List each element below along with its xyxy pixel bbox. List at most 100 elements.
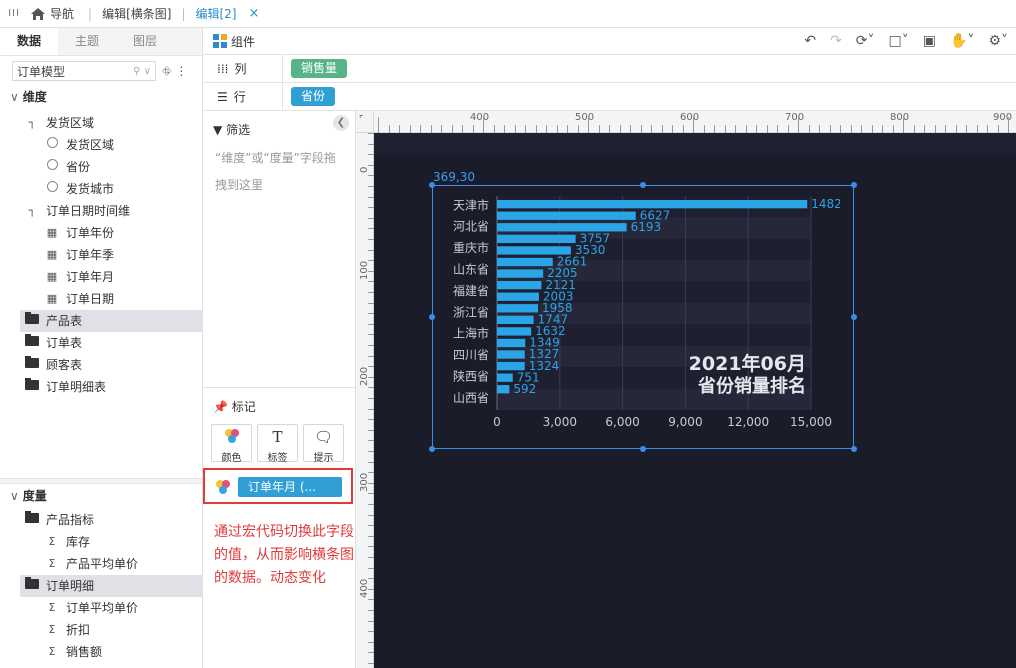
home-icon [31, 7, 45, 20]
tree-item[interactable]: ▦ 订单年份 [20, 222, 202, 244]
order-month-field-pill[interactable]: 订单年月 (... [238, 477, 342, 497]
ruler-tick [368, 334, 374, 336]
label-mark-button[interactable]: T 标签 [257, 424, 298, 464]
resize-handle[interactable] [851, 182, 857, 188]
components-label: 组件 [231, 34, 256, 49]
tooltip-mark-button[interactable]: 🗨 提示 [303, 424, 344, 464]
close-tab-icon[interactable]: × [248, 6, 259, 21]
measures-header[interactable]: ∨ 度量 [10, 487, 47, 504]
menu-grip-icon[interactable]: III [0, 8, 28, 19]
ruler-corner[interactable]: ⌜ [356, 111, 374, 133]
columns-field-pill[interactable]: 销售量 [291, 59, 348, 78]
y-tick-label: 四川省 [453, 348, 489, 362]
tree-item[interactable]: ▦ 订单日期 [20, 288, 202, 310]
ruler-tick [368, 546, 374, 548]
tab-edit-2[interactable]: 编辑[2] [191, 5, 240, 22]
tree-item[interactable]: 订单明细表 [20, 376, 202, 398]
tree-item-label: 销售额 [66, 645, 103, 659]
resize-handle[interactable] [851, 314, 857, 320]
y-tick-label: 浙江省 [453, 305, 489, 319]
tab-edit-bar-chart[interactable]: 编辑[横条图] [98, 5, 175, 22]
resize-handle[interactable] [640, 182, 646, 188]
bar [497, 385, 510, 394]
ruler-tick [651, 125, 652, 133]
settings-icon[interactable]: ⚙˅ [988, 33, 1008, 49]
tree-item[interactable]: ▦ 订单年月 [20, 266, 202, 288]
dimensions-header[interactable]: ∨ 维度 [10, 88, 47, 105]
ruler-tick [661, 125, 663, 133]
tree-item[interactable]: ┐ 订单日期时间维 [20, 200, 202, 222]
ruler-tick [368, 270, 374, 272]
filter-settings-icon[interactable]: ⛗ ⋮ [162, 64, 187, 79]
x-tick-label: 15,000 [790, 415, 832, 429]
rows-label: 行 [233, 90, 246, 104]
filter-header: ▼ 筛选 [213, 121, 250, 138]
save-icon[interactable]: □˅ [889, 33, 909, 49]
tree-item[interactable]: ┐ 发货区域 [20, 112, 202, 134]
home-nav[interactable]: 导航 [28, 5, 82, 22]
tab-layers[interactable]: 图层 [116, 28, 174, 55]
ruler-tick [819, 125, 820, 133]
ruler-tick [787, 125, 789, 133]
chart-subtitle: 省份销量排名 [697, 375, 806, 397]
tree-item[interactable]: 发货城市 [20, 178, 202, 200]
tab-theme[interactable]: 主题 [58, 28, 116, 55]
tree-item[interactable]: 产品表 [20, 310, 202, 332]
undo-icon[interactable]: ↶ [804, 33, 816, 49]
tree-item[interactable]: Σ 订单平均单价 [20, 597, 202, 619]
ruler-tick [588, 117, 589, 133]
collapse-chevron-icon[interactable]: ❮ [333, 115, 349, 131]
ruler-tick [368, 440, 374, 442]
tree-item[interactable]: 订单明细 [20, 575, 202, 597]
hand-icon[interactable]: ✋˅ [950, 33, 974, 49]
tree-item[interactable]: 发货区域 [20, 134, 202, 156]
data-label: 6193 [631, 220, 662, 234]
tree-item[interactable]: 订单表 [20, 332, 202, 354]
resize-handle[interactable] [640, 446, 646, 452]
tree-item-label: 订单年季 [66, 248, 115, 262]
color-mark-button[interactable]: 颜色 [211, 424, 252, 464]
resize-handle[interactable] [851, 446, 857, 452]
model-select-value: 订单模型 [17, 64, 66, 79]
resize-handle[interactable] [429, 446, 435, 452]
panel-splitter[interactable] [0, 478, 202, 484]
rows-icon: ☰ [217, 89, 228, 104]
globe-icon [44, 134, 60, 156]
tree-item[interactable]: Σ 库存 [20, 531, 202, 553]
resize-handle[interactable] [429, 314, 435, 320]
bar [497, 304, 538, 313]
ruler-tick [368, 631, 374, 633]
ruler-tick [368, 323, 374, 325]
ruler-tick [368, 133, 374, 134]
tree-item[interactable]: ▦ 订单年季 [20, 244, 202, 266]
color-dots-icon [212, 427, 251, 449]
tree-item[interactable]: Σ 折扣 [20, 619, 202, 641]
model-select[interactable]: 订单模型 ⚲ ∨ [12, 61, 156, 81]
ruler-tick [703, 125, 705, 133]
tree-item[interactable]: 顾客表 [20, 354, 202, 376]
ruler-tick [766, 125, 768, 133]
columns-shelf-label: ⁞⁞⁞ 列 [203, 55, 283, 82]
ruler-tick [472, 125, 474, 133]
bar [497, 327, 532, 336]
tab-data[interactable]: 数据 [0, 28, 58, 55]
tree-item-label: 订单年份 [66, 226, 115, 240]
resize-handle[interactable] [429, 182, 435, 188]
tree-item[interactable]: 省份 [20, 156, 202, 178]
refresh-icon[interactable]: ⟳˅ [856, 33, 875, 49]
date-icon: ▦ [46, 292, 58, 305]
tree-item[interactable]: 产品指标 [20, 509, 202, 531]
ruler-tick [368, 482, 374, 484]
tree-item[interactable]: Σ 销售额 [20, 641, 202, 663]
components-button[interactable]: 组件 [203, 33, 255, 50]
rows-field-pill[interactable]: 省份 [291, 87, 336, 106]
ruler-x-label: 900 [993, 112, 1013, 123]
filter-drop-hint[interactable]: “维度”或“度量”字段拖拽到这里 [215, 145, 347, 199]
widget-position-label: 369,30 [433, 170, 475, 184]
chevron-down-icon: ∨ [10, 90, 19, 104]
tree-item[interactable]: Σ 产品平均单价 [20, 553, 202, 575]
canvas-top-band [374, 133, 1016, 155]
ruler-tick [368, 451, 374, 452]
preview-icon[interactable]: ▣ [923, 33, 936, 49]
redo-icon[interactable]: ↷ [830, 33, 842, 49]
